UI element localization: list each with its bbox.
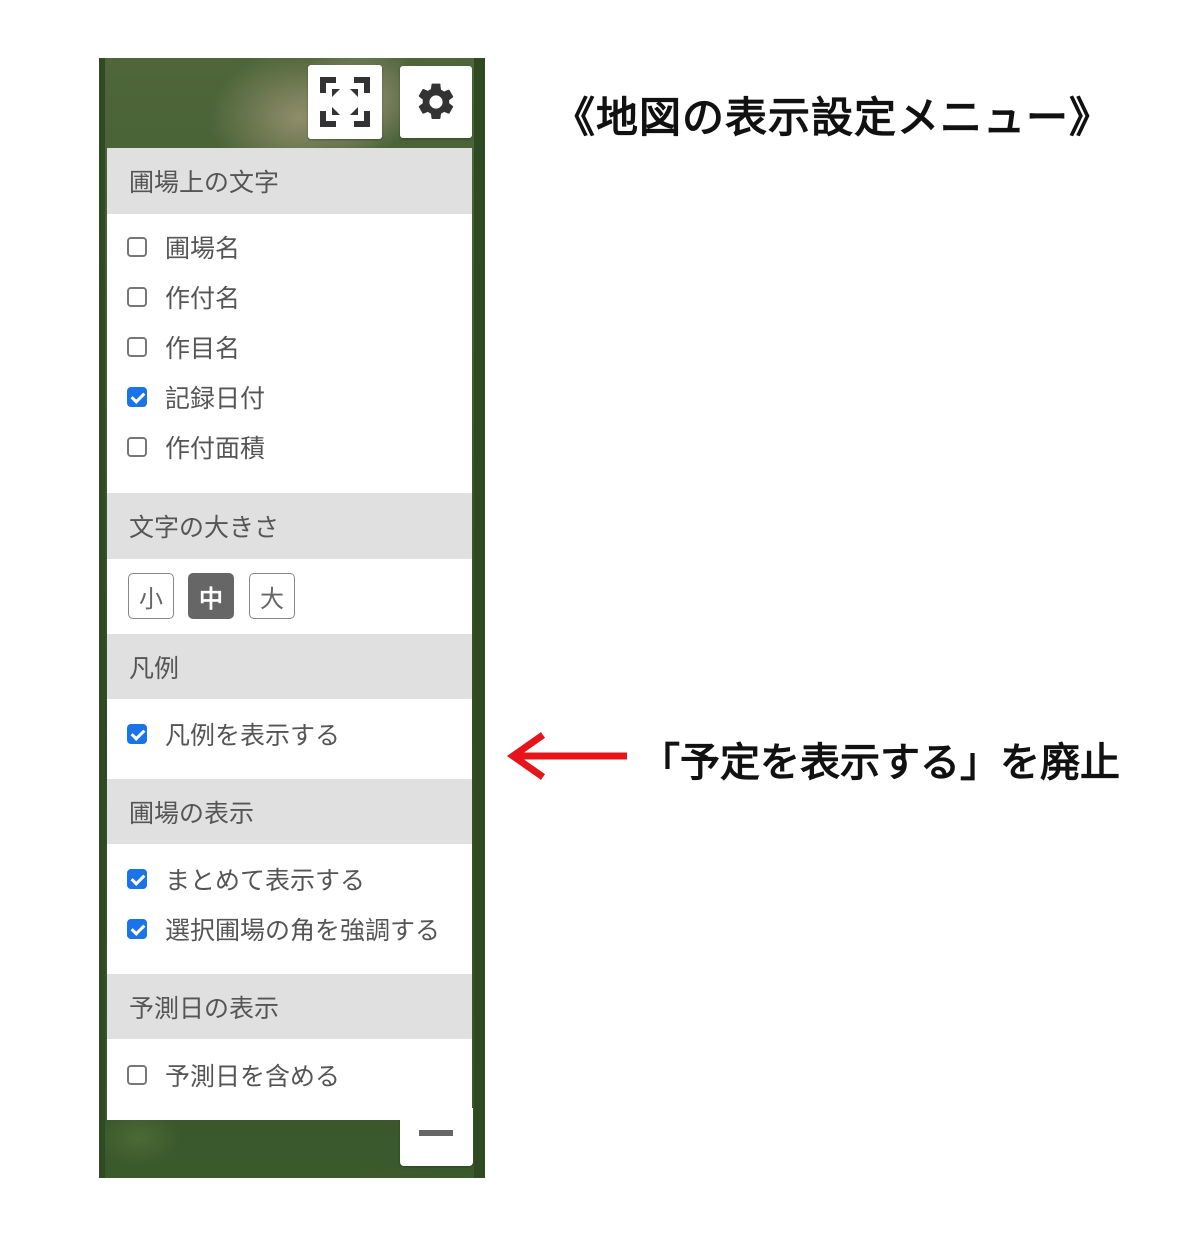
section-header-legend: 凡例	[107, 634, 472, 699]
checkbox-label: 選択圃場の角を強調する	[165, 916, 441, 945]
checkbox-highlight-corners[interactable]: 選択圃場の角を強調する	[127, 912, 440, 946]
checkbox-box[interactable]	[127, 387, 147, 407]
page-title: 《地図の表示設定メニュー》	[553, 93, 1113, 142]
map-settings-panel: 圃場上の文字 圃場名 作付名 作目名 記録日付 作付面積 文字の大きさ 小 中 …	[107, 148, 472, 1120]
checkbox-box[interactable]	[127, 337, 147, 357]
checkbox-box[interactable]	[127, 869, 147, 889]
red-arrow-icon	[506, 732, 627, 780]
checkbox-field-name[interactable]: 圃場名	[127, 230, 240, 264]
checkbox-label: 凡例を表示する	[165, 721, 341, 750]
settings-button[interactable]	[400, 66, 472, 138]
checkbox-group-display[interactable]: まとめて表示する	[127, 862, 365, 896]
text-size-large-button[interactable]: 大	[249, 573, 295, 619]
text-size-small-button[interactable]: 小	[128, 573, 174, 619]
section-header-forecast: 予測日の表示	[107, 974, 472, 1039]
checkbox-box[interactable]	[127, 237, 147, 257]
checkbox-label: 予測日を含める	[165, 1062, 341, 1091]
checkbox-crop-area[interactable]: 作付面積	[127, 430, 265, 464]
checkbox-box[interactable]	[127, 1065, 147, 1085]
minus-icon	[418, 1130, 453, 1136]
section-header-field-display: 圃場の表示	[107, 779, 472, 844]
checkbox-label: 作目名	[165, 334, 241, 363]
checkbox-label: 記録日付	[165, 384, 266, 413]
checkbox-label: 作付名	[165, 284, 241, 313]
checkbox-crop-name[interactable]: 作付名	[127, 280, 240, 314]
checkbox-label: まとめて表示する	[165, 866, 366, 895]
fullscreen-button[interactable]	[308, 65, 382, 139]
section-header-text-size: 文字の大きさ	[107, 493, 472, 559]
checkbox-box[interactable]	[127, 724, 147, 744]
checkbox-label: 作付面積	[165, 434, 266, 463]
section-header-field-text: 圃場上の文字	[107, 148, 472, 214]
checkbox-box[interactable]	[127, 919, 147, 939]
checkbox-record-date[interactable]: 記録日付	[127, 380, 265, 414]
expand-icon	[320, 77, 370, 127]
checkbox-include-forecast[interactable]: 予測日を含める	[127, 1058, 340, 1092]
checkbox-show-legend[interactable]: 凡例を表示する	[127, 717, 340, 751]
annotation-text: 「予定を表示する」を廃止	[640, 740, 1120, 786]
checkbox-label: 圃場名	[165, 234, 241, 263]
text-size-medium-button[interactable]: 中	[188, 573, 234, 619]
checkbox-crop-type[interactable]: 作目名	[127, 330, 240, 364]
checkbox-box[interactable]	[127, 437, 147, 457]
checkbox-box[interactable]	[127, 287, 147, 307]
gear-icon	[418, 83, 454, 120]
